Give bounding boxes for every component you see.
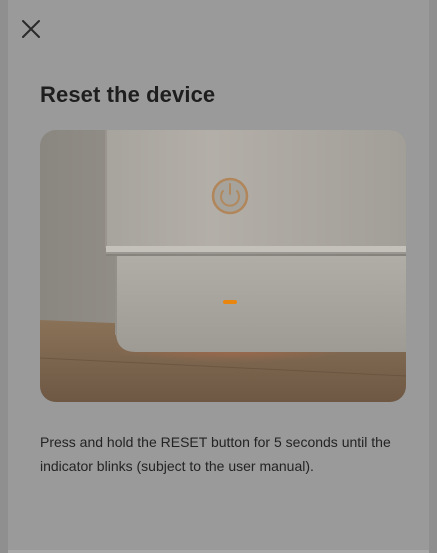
close-icon — [22, 20, 40, 38]
device-reset-illustration — [40, 130, 406, 402]
reset-instruction-text: Press and hold the RESET button for 5 se… — [40, 434, 391, 474]
reset-device-screen: Reset the device Press and hold the RESE… — [8, 0, 429, 553]
device-photo — [40, 130, 406, 402]
close-button[interactable] — [16, 14, 46, 44]
indicator-light — [223, 300, 237, 304]
page-title: Reset the device — [40, 82, 216, 107]
